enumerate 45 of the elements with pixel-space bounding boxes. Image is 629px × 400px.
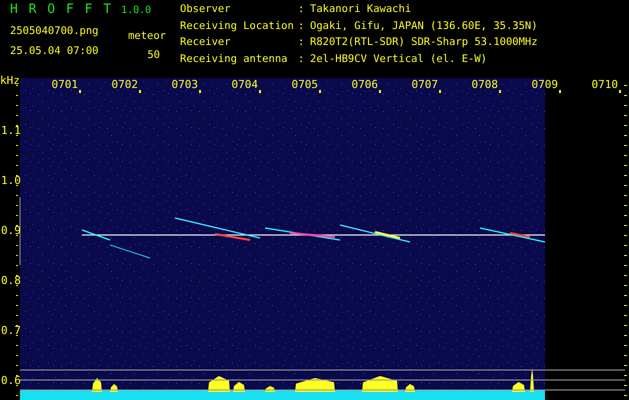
app-title: H R O F F T [10, 2, 112, 17]
time-tick-label: 0706 [352, 78, 378, 91]
tick-mark [79, 90, 81, 93]
time-tick-label: 0707 [412, 78, 438, 91]
tick-mark [379, 90, 381, 93]
time-tick-label: 0702 [112, 78, 138, 91]
time-tick-label: 0701 [52, 78, 78, 91]
frequency-tick-label: 0.7 [1, 324, 21, 337]
info-value: Ogaki, Gifu, JAPAN (136.60E, 35.35N) [310, 20, 538, 34]
time-tick-label: 0708 [472, 78, 498, 91]
time-tick-label: 0709 [532, 78, 558, 91]
info-value: Takanori Kawachi [310, 4, 412, 17]
tick-mark [619, 90, 621, 93]
tick-mark [319, 90, 321, 93]
frequency-tick-label: 1.1 [1, 124, 21, 137]
tick-mark [439, 90, 441, 93]
info-value: 2el-HB9CV Vertical (el. E-W) [310, 54, 488, 66]
frequency-tick-label: 0.9 [1, 224, 21, 237]
frequency-tick-label: 0.8 [1, 274, 21, 287]
timestamp: 25.05.04 07:00 [10, 46, 99, 58]
time-tick-label: 0704 [232, 78, 258, 91]
meteor-count: 50 [147, 50, 160, 62]
time-tick-label: 0703 [172, 78, 198, 91]
info-label: Receiving antenna [180, 54, 288, 66]
axis-unit-label: kHz [0, 74, 20, 87]
tick-mark [499, 90, 501, 93]
tick-mark [259, 90, 261, 93]
info-separator: : [298, 4, 306, 17]
time-tick-label: 0705 [292, 78, 318, 91]
tick-mark [559, 90, 561, 93]
version-label: 1.0.0 [121, 5, 152, 16]
frequency-tick-label: 1.0 [1, 174, 21, 187]
info-separator: : [298, 37, 306, 50]
mode-label: meteor [128, 31, 166, 43]
tick-mark [139, 90, 141, 93]
info-value: R820T2(RTL-SDR) SDR-Sharp 53.1000MHz [310, 37, 538, 50]
info-label: Receiving Location [180, 20, 295, 34]
time-tick-label: 0710 [592, 78, 618, 91]
file-name: 2505040700.png [10, 26, 99, 38]
tick-mark [199, 90, 201, 93]
info-label: Receiver [180, 37, 232, 50]
info-label: Observer [180, 4, 232, 17]
info-separator: : [298, 20, 306, 34]
info-separator: : [298, 54, 306, 66]
frequency-tick-label: 0.6 [1, 374, 21, 387]
